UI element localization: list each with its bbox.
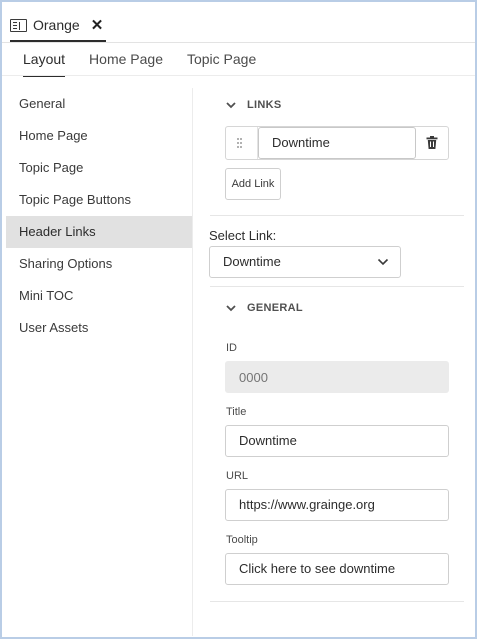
- document-tab[interactable]: Orange ✕: [10, 8, 103, 42]
- id-label: ID: [226, 342, 237, 354]
- trash-icon[interactable]: [426, 136, 438, 149]
- chevron-down-icon: [377, 258, 389, 266]
- sidebar-item-general[interactable]: General: [6, 88, 192, 120]
- links-section-header[interactable]: LINKS: [225, 99, 282, 111]
- drag-handle-icon[interactable]: [236, 137, 244, 151]
- title-field[interactable]: Downtime: [225, 425, 449, 457]
- document-icon: [10, 18, 27, 32]
- title-label: Title: [226, 406, 247, 418]
- sidebar-item-topic-page[interactable]: Topic Page: [6, 152, 192, 184]
- divider: [2, 75, 475, 76]
- links-section-title: LINKS: [247, 99, 282, 111]
- url-label: URL: [226, 470, 249, 482]
- sidebar: General Home Page Topic Page Topic Page …: [6, 88, 192, 344]
- sidebar-item-home-page[interactable]: Home Page: [6, 120, 192, 152]
- tab-topic-page[interactable]: Topic Page: [187, 43, 256, 76]
- sidebar-item-header-links[interactable]: Header Links: [6, 216, 192, 248]
- tab-home-page[interactable]: Home Page: [89, 43, 163, 76]
- divider: [210, 215, 464, 216]
- select-link-value: Downtime: [223, 254, 281, 269]
- select-link-dropdown[interactable]: Downtime: [209, 246, 401, 278]
- tab-bar: Layout Home Page Topic Page: [23, 43, 280, 77]
- add-link-button[interactable]: Add Link: [225, 168, 281, 200]
- close-icon[interactable]: ✕: [91, 18, 104, 33]
- sidebar-item-sharing-options[interactable]: Sharing Options: [6, 248, 192, 280]
- select-link-label: Select Link:: [209, 228, 277, 243]
- sidebar-item-user-assets[interactable]: User Assets: [6, 312, 192, 344]
- chevron-down-icon: [226, 102, 236, 109]
- chevron-down-icon: [226, 305, 236, 312]
- tooltip-field[interactable]: Click here to see downtime: [225, 553, 449, 585]
- general-section-title: GENERAL: [247, 302, 303, 314]
- divider: [210, 601, 464, 602]
- url-field[interactable]: https://www.grainge.org: [225, 489, 449, 521]
- tab-layout[interactable]: Layout: [23, 43, 66, 77]
- tooltip-label: Tooltip: [226, 534, 258, 546]
- sidebar-item-topic-page-buttons[interactable]: Topic Page Buttons: [6, 184, 192, 216]
- divider: [192, 88, 193, 636]
- divider: [210, 286, 464, 287]
- general-section-header[interactable]: GENERAL: [225, 302, 303, 314]
- document-tab-title: Orange: [33, 17, 80, 33]
- sidebar-item-mini-toc[interactable]: Mini TOC: [6, 280, 192, 312]
- link-name-input[interactable]: Downtime: [258, 127, 416, 159]
- id-field: [225, 361, 449, 393]
